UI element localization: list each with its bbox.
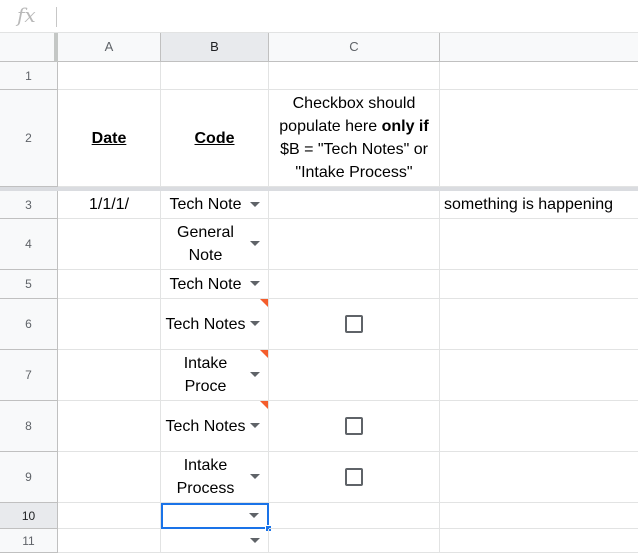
cell-a11[interactable]: [58, 529, 161, 553]
column-header-b[interactable]: B: [161, 33, 269, 62]
code-value: General Note: [177, 224, 234, 264]
dropdown-arrow-icon[interactable]: [249, 513, 259, 518]
dropdown-arrow-icon[interactable]: [250, 423, 260, 428]
dropdown-arrow-icon[interactable]: [250, 321, 260, 326]
cell-c4[interactable]: [269, 219, 440, 270]
cell-c10[interactable]: [269, 503, 440, 529]
validation-warning-flag: [260, 350, 268, 358]
cell-b2[interactable]: Code: [161, 90, 269, 187]
cell-c9[interactable]: [269, 452, 440, 503]
code-header: Code: [194, 129, 235, 147]
cell-a9[interactable]: [58, 452, 161, 503]
date-header: Date: [91, 129, 127, 147]
cell-c1[interactable]: [269, 62, 440, 90]
checkbox-instruction: Checkbox should populate here only if $B…: [269, 92, 439, 184]
cell-c11[interactable]: [269, 529, 440, 553]
spreadsheet-grid: A B C 1 2 3 4 5 6 7 8 9 10 11 Date Code …: [0, 33, 638, 553]
cell-d4[interactable]: [440, 219, 638, 270]
cell-d2[interactable]: [440, 90, 638, 187]
code-value: Tech Notes: [165, 315, 246, 333]
row-header-7[interactable]: 7: [0, 350, 58, 401]
select-all-corner[interactable]: [0, 33, 58, 62]
row-header-3[interactable]: 3: [0, 191, 58, 219]
row-header-5[interactable]: 5: [0, 270, 58, 299]
column-header-a[interactable]: A: [58, 33, 161, 62]
column-header-c[interactable]: C: [269, 33, 440, 62]
cell-d1[interactable]: [440, 62, 638, 90]
dropdown-arrow-icon[interactable]: [250, 241, 260, 246]
instruction-suffix: $B = "Tech Notes" or "Intake Process": [280, 141, 428, 181]
cell-c2[interactable]: Checkbox should populate here only if $B…: [269, 90, 440, 187]
dropdown-arrow-icon[interactable]: [250, 372, 260, 377]
cell-c5[interactable]: [269, 270, 440, 299]
cell-a5[interactable]: [58, 270, 161, 299]
code-value: Tech Notes: [165, 417, 246, 435]
cell-d11[interactable]: [440, 529, 638, 553]
cell-d10[interactable]: [440, 503, 638, 529]
formula-input[interactable]: [64, 0, 638, 32]
fx-icon: fx: [17, 3, 36, 27]
cell-b10-selected[interactable]: [161, 503, 269, 529]
row-header-6[interactable]: 6: [0, 299, 58, 350]
formula-bar: fx: [0, 0, 638, 33]
cell-d9[interactable]: [440, 452, 638, 503]
cell-d3[interactable]: something is happening: [440, 191, 638, 219]
row-header-10[interactable]: 10: [0, 503, 58, 529]
dropdown-arrow-icon[interactable]: [250, 537, 260, 543]
cell-a1[interactable]: [58, 62, 161, 90]
cell-b8[interactable]: Tech Notes: [161, 401, 269, 452]
row-header-4[interactable]: 4: [0, 219, 58, 270]
cell-b3[interactable]: Tech Note: [161, 191, 269, 219]
cell-b4[interactable]: General Note: [161, 219, 269, 270]
cell-b6[interactable]: Tech Notes: [161, 299, 269, 350]
checkbox[interactable]: [345, 468, 363, 486]
extra-value: something is happening: [444, 196, 614, 213]
cell-a3[interactable]: 1/1/1/: [58, 191, 161, 219]
cell-a4[interactable]: [58, 219, 161, 270]
code-value: Tech Note: [169, 196, 242, 213]
cell-a7[interactable]: [58, 350, 161, 401]
date-value: 1/1/1/: [88, 196, 130, 213]
cell-a10[interactable]: [58, 503, 161, 529]
cell-b11[interactable]: [161, 529, 269, 553]
cell-b7[interactable]: Intake Proce: [161, 350, 269, 401]
cell-b9[interactable]: Intake Process: [161, 452, 269, 503]
cell-a8[interactable]: [58, 401, 161, 452]
code-value: Intake Process: [176, 457, 235, 497]
instruction-bold: only if: [381, 118, 429, 135]
row-header-8[interactable]: 8: [0, 401, 58, 452]
cell-c8[interactable]: [269, 401, 440, 452]
formula-bar-divider: [56, 7, 57, 27]
dropdown-arrow-icon[interactable]: [250, 201, 260, 207]
cell-d8[interactable]: [440, 401, 638, 452]
cell-a6[interactable]: [58, 299, 161, 350]
cell-a2[interactable]: Date: [58, 90, 161, 187]
cell-d5[interactable]: [440, 270, 638, 299]
row-header-1[interactable]: 1: [0, 62, 58, 90]
column-header-d[interactable]: [440, 33, 638, 62]
cell-d6[interactable]: [440, 299, 638, 350]
checkbox[interactable]: [345, 315, 363, 333]
validation-warning-flag: [260, 299, 268, 307]
checkbox[interactable]: [345, 417, 363, 435]
dropdown-arrow-icon[interactable]: [250, 474, 260, 479]
cell-c7[interactable]: [269, 350, 440, 401]
cell-c3[interactable]: [269, 191, 440, 219]
cell-d7[interactable]: [440, 350, 638, 401]
row-header-9[interactable]: 9: [0, 452, 58, 503]
dropdown-arrow-icon[interactable]: [250, 281, 260, 286]
code-value: Intake Proce: [183, 355, 228, 395]
code-value: Tech Note: [169, 275, 242, 293]
validation-warning-flag: [260, 401, 268, 409]
cell-b5[interactable]: Tech Note: [161, 270, 269, 299]
row-header-2[interactable]: 2: [0, 90, 58, 187]
row-header-11[interactable]: 11: [0, 529, 58, 553]
cell-c6[interactable]: [269, 299, 440, 350]
cell-b1[interactable]: [161, 62, 269, 90]
